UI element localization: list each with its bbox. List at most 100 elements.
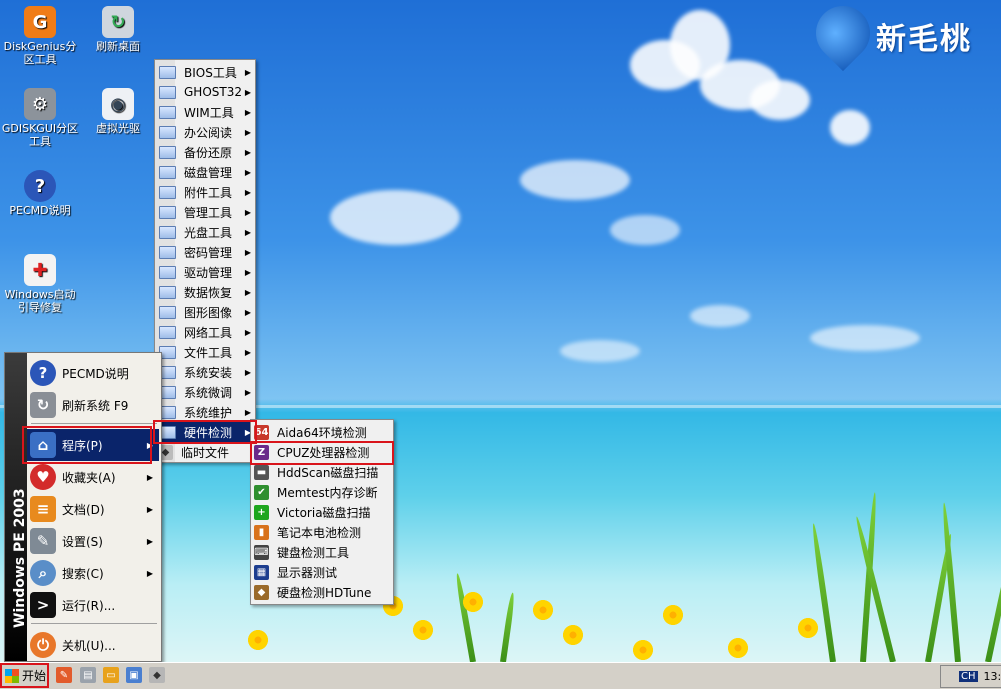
hardware-menu-item-victoria[interactable]: + Victoria磁盘扫描 — [251, 502, 393, 522]
gdisk-icon: ⚙ — [24, 88, 56, 120]
submenu-arrow-icon: ▶ — [244, 227, 251, 237]
language-indicator[interactable]: CH — [959, 671, 978, 682]
programs-menu-item-disk[interactable]: 磁盘管理 ▶ — [155, 162, 255, 182]
monitor-icon: ▦ — [254, 564, 269, 580]
desktop-icon-label: DiskGenius分区工具 — [3, 40, 77, 66]
quicklaunch-printer-icon[interactable]: ▤ — [80, 667, 96, 683]
submenu-arrow-icon: ▶ — [244, 247, 251, 257]
help-icon: ? — [24, 170, 56, 202]
programs-menu-item-ghost32[interactable]: GHOST32 ▶ — [155, 82, 255, 102]
submenu-arrow-icon: ▶ — [146, 472, 153, 482]
folder-icon — [159, 245, 176, 259]
keyboard-icon: ⌨ — [254, 544, 269, 560]
programs-menu-item-backup[interactable]: 备份还原 ▶ — [155, 142, 255, 162]
quicklaunch-tool-icon[interactable]: ✎ — [56, 667, 72, 683]
refresh-desktop-icon: ↻ — [102, 6, 134, 38]
programs-menu-item-tweak[interactable]: 系统微调 ▶ — [155, 382, 255, 402]
programs-menu-item-graphics[interactable]: 图形图像 ▶ — [155, 302, 255, 322]
programs-menu-item-maintenance[interactable]: 系统维护 ▶ — [155, 402, 255, 422]
hdtune-icon: ◆ — [254, 584, 269, 600]
programs-menu-item-optical[interactable]: 光盘工具 ▶ — [155, 222, 255, 242]
desktop-icon-label: 虚拟光驱 — [96, 122, 140, 135]
submenu-arrow-icon: ▶ — [244, 307, 251, 317]
start-menu: Windows PE 2003 ? PECMD说明 ↻ 刷新系统 F9 ⌂ 程序… — [4, 352, 162, 662]
folder-icon — [159, 125, 176, 139]
desktop-icon-diskgenius[interactable]: G DiskGenius分区工具 — [0, 6, 80, 66]
programs-menu-item-driver[interactable]: 驱动管理 ▶ — [155, 262, 255, 282]
desktop-icon-pecmd-help[interactable]: ? PECMD说明 — [0, 170, 80, 217]
system-tray: CH 13: — [940, 665, 1001, 688]
highlight-cpuz — [250, 441, 394, 465]
start-menu-item-settings[interactable]: ✎ 设置(S) ▶ — [27, 525, 159, 557]
quicklaunch-folder-icon[interactable]: ▭ — [103, 667, 119, 683]
desktop-icon-label: GDISKGUI分区工具 — [1, 122, 79, 148]
submenu-arrow-icon: ▶ — [244, 367, 251, 377]
virtual-drive-icon: ◉ — [102, 88, 134, 120]
desktop-icon-virtual-drive[interactable]: ◉ 虚拟光驱 — [78, 88, 158, 135]
folder-icon — [159, 65, 176, 79]
programs-menu-item-password[interactable]: 密码管理 ▶ — [155, 242, 255, 262]
highlight-hardware — [153, 420, 257, 444]
programs-menu-item-network[interactable]: 网络工具 ▶ — [155, 322, 255, 342]
submenu-arrow-icon: ▶ — [244, 127, 251, 137]
start-menu-item-favorites[interactable]: ♥ 收藏夹(A) ▶ — [27, 461, 159, 493]
programs-menu-item-temp[interactable]: ◆ 临时文件 — [155, 442, 255, 462]
highlight-programs — [22, 426, 152, 464]
hardware-menu-item-monitor[interactable]: ▦ 显示器测试 — [251, 562, 393, 582]
highlight-start — [0, 663, 49, 688]
start-menu-item-refresh-system[interactable]: ↻ 刷新系统 F9 — [27, 389, 159, 421]
start-menu-item-run[interactable]: > 运行(R)... — [27, 589, 159, 621]
programs-menu: BIOS工具 ▶ GHOST32 ▶ WIM工具 ▶ 办公阅读 ▶ 备份还原 ▶ 磁盘管理… — [154, 59, 256, 463]
documents-icon: ≡ — [30, 496, 56, 522]
folder-icon — [159, 105, 176, 119]
submenu-arrow-icon: ▶ — [244, 147, 251, 157]
desktop-icon-gdiskgui[interactable]: ⚙ GDISKGUI分区工具 — [0, 88, 80, 148]
peach-logo-icon — [804, 0, 882, 72]
hardware-menu-item-keyboard[interactable]: ⌨ 键盘检测工具 — [251, 542, 393, 562]
brand-text: 新毛桃 — [876, 22, 972, 57]
desktop-icon-refresh-desktop[interactable]: ↻ 刷新桌面 — [78, 6, 158, 53]
folder-icon — [159, 305, 176, 319]
submenu-arrow-icon: ▶ — [244, 267, 251, 277]
hddscan-icon: ▬ — [254, 464, 269, 480]
start-menu-item-documents[interactable]: ≡ 文档(D) ▶ — [27, 493, 159, 525]
desktop-icon-label: PECMD说明 — [9, 204, 71, 217]
programs-menu-item-wim[interactable]: WIM工具 ▶ — [155, 102, 255, 122]
start-menu-item-pecmd-help[interactable]: ? PECMD说明 — [27, 357, 159, 389]
programs-menu-item-accessories[interactable]: 附件工具 ▶ — [155, 182, 255, 202]
submenu-arrow-icon: ▶ — [244, 207, 251, 217]
start-menu-separator — [31, 623, 157, 624]
folder-icon — [159, 145, 176, 159]
start-menu-item-shutdown[interactable]: ⏻ 关机(U)... — [27, 629, 159, 661]
programs-menu-item-bios[interactable]: BIOS工具 ▶ — [155, 62, 255, 82]
quicklaunch-window-icon[interactable]: ▣ — [126, 667, 142, 683]
start-menu-item-search[interactable]: ⌕ 搜索(C) ▶ — [27, 557, 159, 589]
quicklaunch-eraser-icon[interactable]: ◆ — [149, 667, 165, 683]
desktop-icon-label: 刷新桌面 — [96, 40, 140, 53]
search-icon: ⌕ — [30, 560, 56, 586]
hardware-menu-item-hdtune[interactable]: ◆ 硬盘检测HDTune — [251, 582, 393, 602]
hardware-menu-item-memtest[interactable]: ✔ Memtest内存诊断 — [251, 482, 393, 502]
hardware-menu-item-aida64[interactable]: 64 Aida64环境检测 — [251, 422, 393, 442]
submenu-arrow-icon: ▶ — [244, 167, 251, 177]
hardware-menu-item-battery[interactable]: ▮ 笔记本电池检测 — [251, 522, 393, 542]
victoria-icon: + — [254, 504, 269, 520]
submenu-arrow-icon: ▶ — [146, 504, 153, 514]
shutdown-icon: ⏻ — [30, 632, 56, 658]
battery-icon: ▮ — [254, 524, 269, 540]
run-icon: > — [30, 592, 56, 618]
programs-menu-item-office[interactable]: 办公阅读 ▶ — [155, 122, 255, 142]
submenu-arrow-icon: ▶ — [244, 107, 251, 117]
programs-menu-item-recovery[interactable]: 数据恢复 ▶ — [155, 282, 255, 302]
start-menu-separator — [31, 423, 157, 424]
help-icon: ? — [30, 360, 56, 386]
submenu-arrow-icon: ▶ — [244, 387, 251, 397]
submenu-arrow-icon: ▶ — [244, 87, 251, 97]
programs-menu-item-install[interactable]: 系统安装 ▶ — [155, 362, 255, 382]
programs-menu-item-file[interactable]: 文件工具 ▶ — [155, 342, 255, 362]
settings-icon: ✎ — [30, 528, 56, 554]
refresh-system-icon: ↻ — [30, 392, 56, 418]
desktop-icon-boot-repair[interactable]: ✚ Windows启动引导修复 — [0, 254, 80, 314]
programs-menu-item-admin[interactable]: 管理工具 ▶ — [155, 202, 255, 222]
hardware-menu-item-hddscan[interactable]: ▬ HddScan磁盘扫描 — [251, 462, 393, 482]
